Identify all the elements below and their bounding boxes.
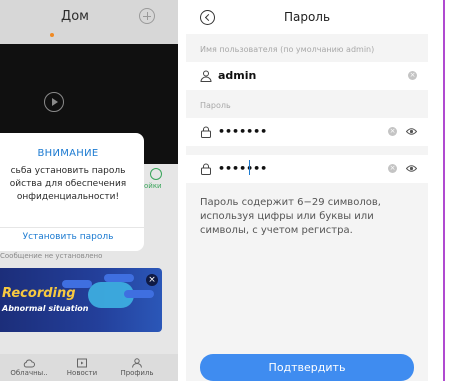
tab-label: Облачны.. [10, 369, 48, 377]
dialog-message-line: ойства для обеспечения [9, 179, 127, 189]
clear-icon[interactable]: × [388, 127, 397, 136]
dialog-title: ВНИМАНИЕ [37, 148, 99, 159]
banner-tag [104, 274, 134, 282]
set-password-button[interactable]: Установить пароль [0, 232, 144, 242]
tab-label: Профиль [120, 369, 154, 377]
add-device-icon[interactable] [139, 8, 155, 24]
confirm-password-field[interactable]: ••••••• × [186, 155, 428, 183]
tab-cloud[interactable]: Облачны.. [0, 354, 58, 381]
edge-line [443, 0, 445, 381]
clear-icon[interactable]: × [408, 71, 417, 80]
tab-news[interactable]: Новости [58, 354, 106, 381]
password-value[interactable]: ••••••• [218, 125, 267, 138]
cloud-icon [23, 359, 35, 368]
tab-profile[interactable]: Профиль [110, 354, 164, 381]
eye-icon[interactable] [406, 164, 417, 173]
dialog-message: сьба установить пароль ойства для обеспе… [0, 165, 144, 204]
lock-icon [201, 126, 211, 138]
settings-icon[interactable] [150, 168, 162, 180]
bottom-tab-bar: Облачны.. Новости Профиль [0, 354, 178, 381]
eye-icon[interactable] [406, 127, 417, 136]
cloud-recording-banner[interactable]: Recording Abnormal situation × [0, 268, 162, 332]
username-value[interactable]: admin [218, 69, 256, 82]
settings-label: ойки [144, 182, 162, 190]
home-screen: Дом ойки Сообщение не установлено Record… [0, 0, 178, 381]
text-cursor [249, 160, 250, 175]
banner-headline: Recording [2, 286, 76, 301]
clear-icon[interactable]: × [388, 164, 397, 173]
home-title: Дом [61, 9, 89, 24]
confirm-button[interactable]: Подтвердить [200, 354, 414, 381]
user-icon [200, 70, 212, 82]
panel-gap [178, 0, 186, 381]
profile-icon [132, 358, 142, 368]
password-hint: Пароль содержит 6−29 символов, используя… [200, 197, 381, 236]
news-icon [77, 358, 87, 368]
page-title: Пароль [283, 10, 331, 24]
right-edge [428, 0, 450, 381]
top-bar: Пароль [186, 0, 428, 34]
banner-subline: Abnormal situation [2, 304, 89, 313]
password-screen: Пароль Имя пользователя (по умолчанию ad… [186, 0, 428, 381]
password-field[interactable]: ••••••• × [186, 118, 428, 146]
lock-icon [201, 163, 211, 175]
close-icon[interactable]: × [146, 274, 158, 286]
username-label: Имя пользователя (по умолчанию admin) [200, 45, 375, 54]
dialog-message-line: сьба установить пароль [10, 166, 126, 176]
tab-label: Новости [66, 369, 98, 377]
username-field[interactable]: admin × [186, 62, 428, 90]
play-icon[interactable] [44, 92, 64, 112]
status-message: Сообщение не установлено [0, 252, 103, 260]
warning-dialog: ВНИМАНИЕ сьба установить пароль ойства д… [0, 133, 144, 251]
banner-tag [124, 290, 154, 298]
page-indicator-dot [50, 33, 54, 37]
home-header: Дом [0, 0, 178, 44]
confirm-password-value[interactable]: ••••••• [218, 162, 267, 175]
password-label: Пароль [200, 101, 231, 110]
dialog-message-line: онфиденциальности! [16, 192, 120, 202]
dialog-divider [0, 227, 144, 228]
